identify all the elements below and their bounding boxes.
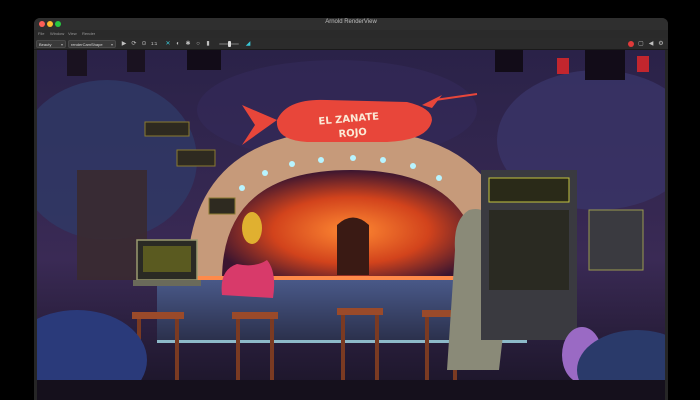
render-icon[interactable]: ▶: [120, 40, 128, 48]
back-icon[interactable]: ◀: [647, 40, 655, 48]
arch-light: [380, 157, 386, 163]
exposure-slider[interactable]: [219, 41, 239, 47]
title-bar: Arnold RenderView: [34, 18, 668, 30]
hanging-flag: [557, 58, 569, 74]
zoom-ratio[interactable]: 1:1: [151, 41, 157, 46]
chevron-down-icon: ▾: [110, 42, 113, 47]
window-title: Arnold RenderView: [325, 19, 377, 25]
render-view-window: Arnold RenderView File Window View Rende…: [34, 18, 668, 400]
aov-select[interactable]: Beauty ▾: [36, 40, 66, 48]
hanging-flag: [585, 50, 625, 80]
left-screen-sign: [144, 121, 190, 137]
left-screen-sign: [176, 149, 216, 167]
rendered-image: EL ZANATE ROJO: [37, 50, 665, 400]
channel-icon[interactable]: ◐: [174, 40, 182, 48]
color-icon[interactable]: ✕: [164, 40, 172, 48]
arch-light: [410, 163, 416, 169]
exposure-icon[interactable]: ✱: [184, 40, 192, 48]
chevron-down-icon: ▾: [60, 42, 63, 47]
menu-render[interactable]: Render: [82, 31, 95, 36]
ground: [37, 380, 665, 400]
menu-window[interactable]: Window: [50, 31, 64, 36]
stop-icon[interactable]: [628, 41, 634, 47]
arch-light: [239, 185, 245, 191]
menu-bar: File Window View Render: [34, 30, 668, 38]
menu-file[interactable]: File: [38, 31, 44, 36]
aov-select-value: Beauty: [39, 42, 52, 47]
arcade-screen: [488, 177, 570, 203]
hanging-bananas: [242, 212, 262, 244]
gear-icon[interactable]: ⚙: [657, 40, 665, 48]
arch-light: [350, 155, 356, 161]
toolbar: Beauty ▾ renderCamShape ▾ ▶ ⟳ ⊙ 1:1 ✕ ◐ …: [34, 38, 668, 50]
refresh-icon[interactable]: ⟳: [130, 40, 138, 48]
booth-screen: [208, 197, 236, 215]
hanging-flag: [637, 56, 649, 72]
snapshot-icon[interactable]: ▢: [637, 40, 645, 48]
lut-icon[interactable]: ▮: [204, 40, 212, 48]
interior-statue: [337, 217, 369, 275]
gamma-icon[interactable]: ○: [194, 40, 202, 48]
arch-light: [436, 175, 442, 181]
arch-light: [289, 161, 295, 167]
retro-computer-screen: [143, 246, 191, 272]
render-viewport[interactable]: EL ZANATE ROJO: [37, 50, 665, 400]
camera-select-value: renderCamShape: [71, 42, 103, 47]
arch-light: [262, 170, 268, 176]
hanging-flag: [187, 50, 221, 70]
camera-select[interactable]: renderCamShape ▾: [68, 40, 116, 48]
hanging-flag: [67, 50, 87, 76]
exposure-slider-handle[interactable]: [228, 41, 231, 47]
hanging-flag: [495, 50, 523, 72]
right-screen-sign: [588, 209, 644, 271]
histogram-icon[interactable]: ◢: [244, 40, 252, 48]
menu-view[interactable]: View: [68, 31, 77, 36]
arcade-panel: [489, 210, 569, 290]
region-icon[interactable]: ⊙: [140, 40, 148, 48]
retro-computer-keyboard: [133, 280, 201, 286]
arch-light: [318, 157, 324, 163]
hanging-flag: [127, 50, 145, 72]
